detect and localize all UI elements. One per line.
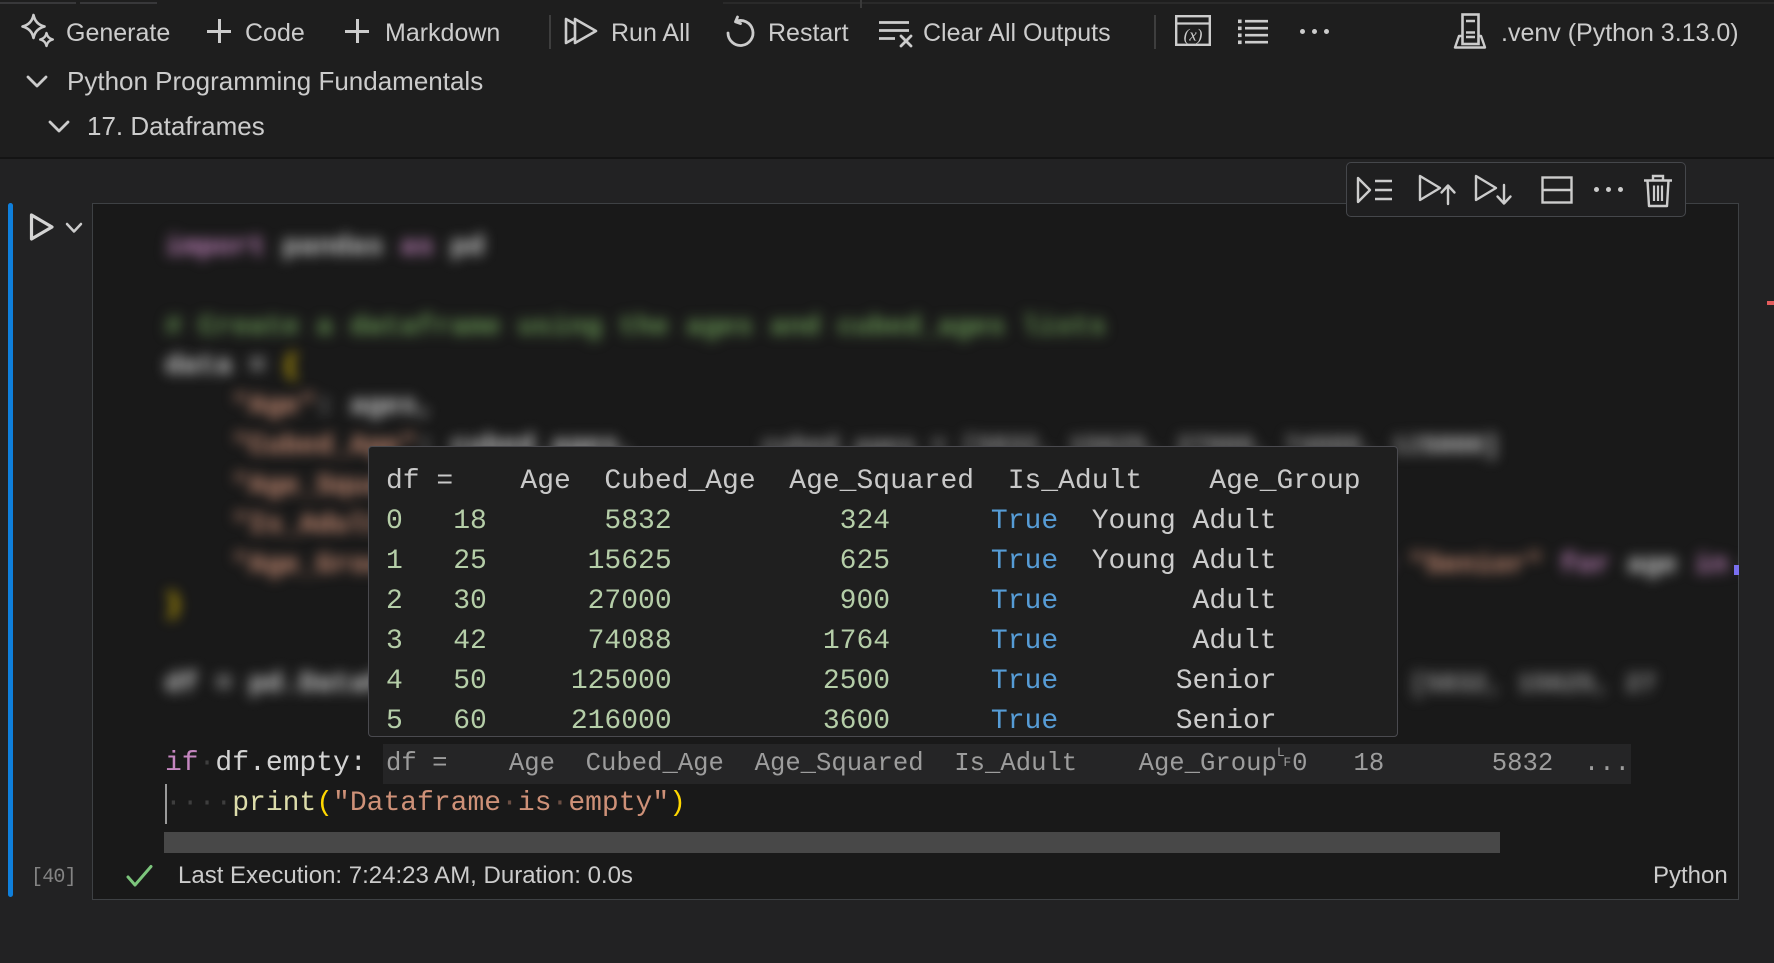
svg-text:(x): (x) xyxy=(1184,26,1203,45)
